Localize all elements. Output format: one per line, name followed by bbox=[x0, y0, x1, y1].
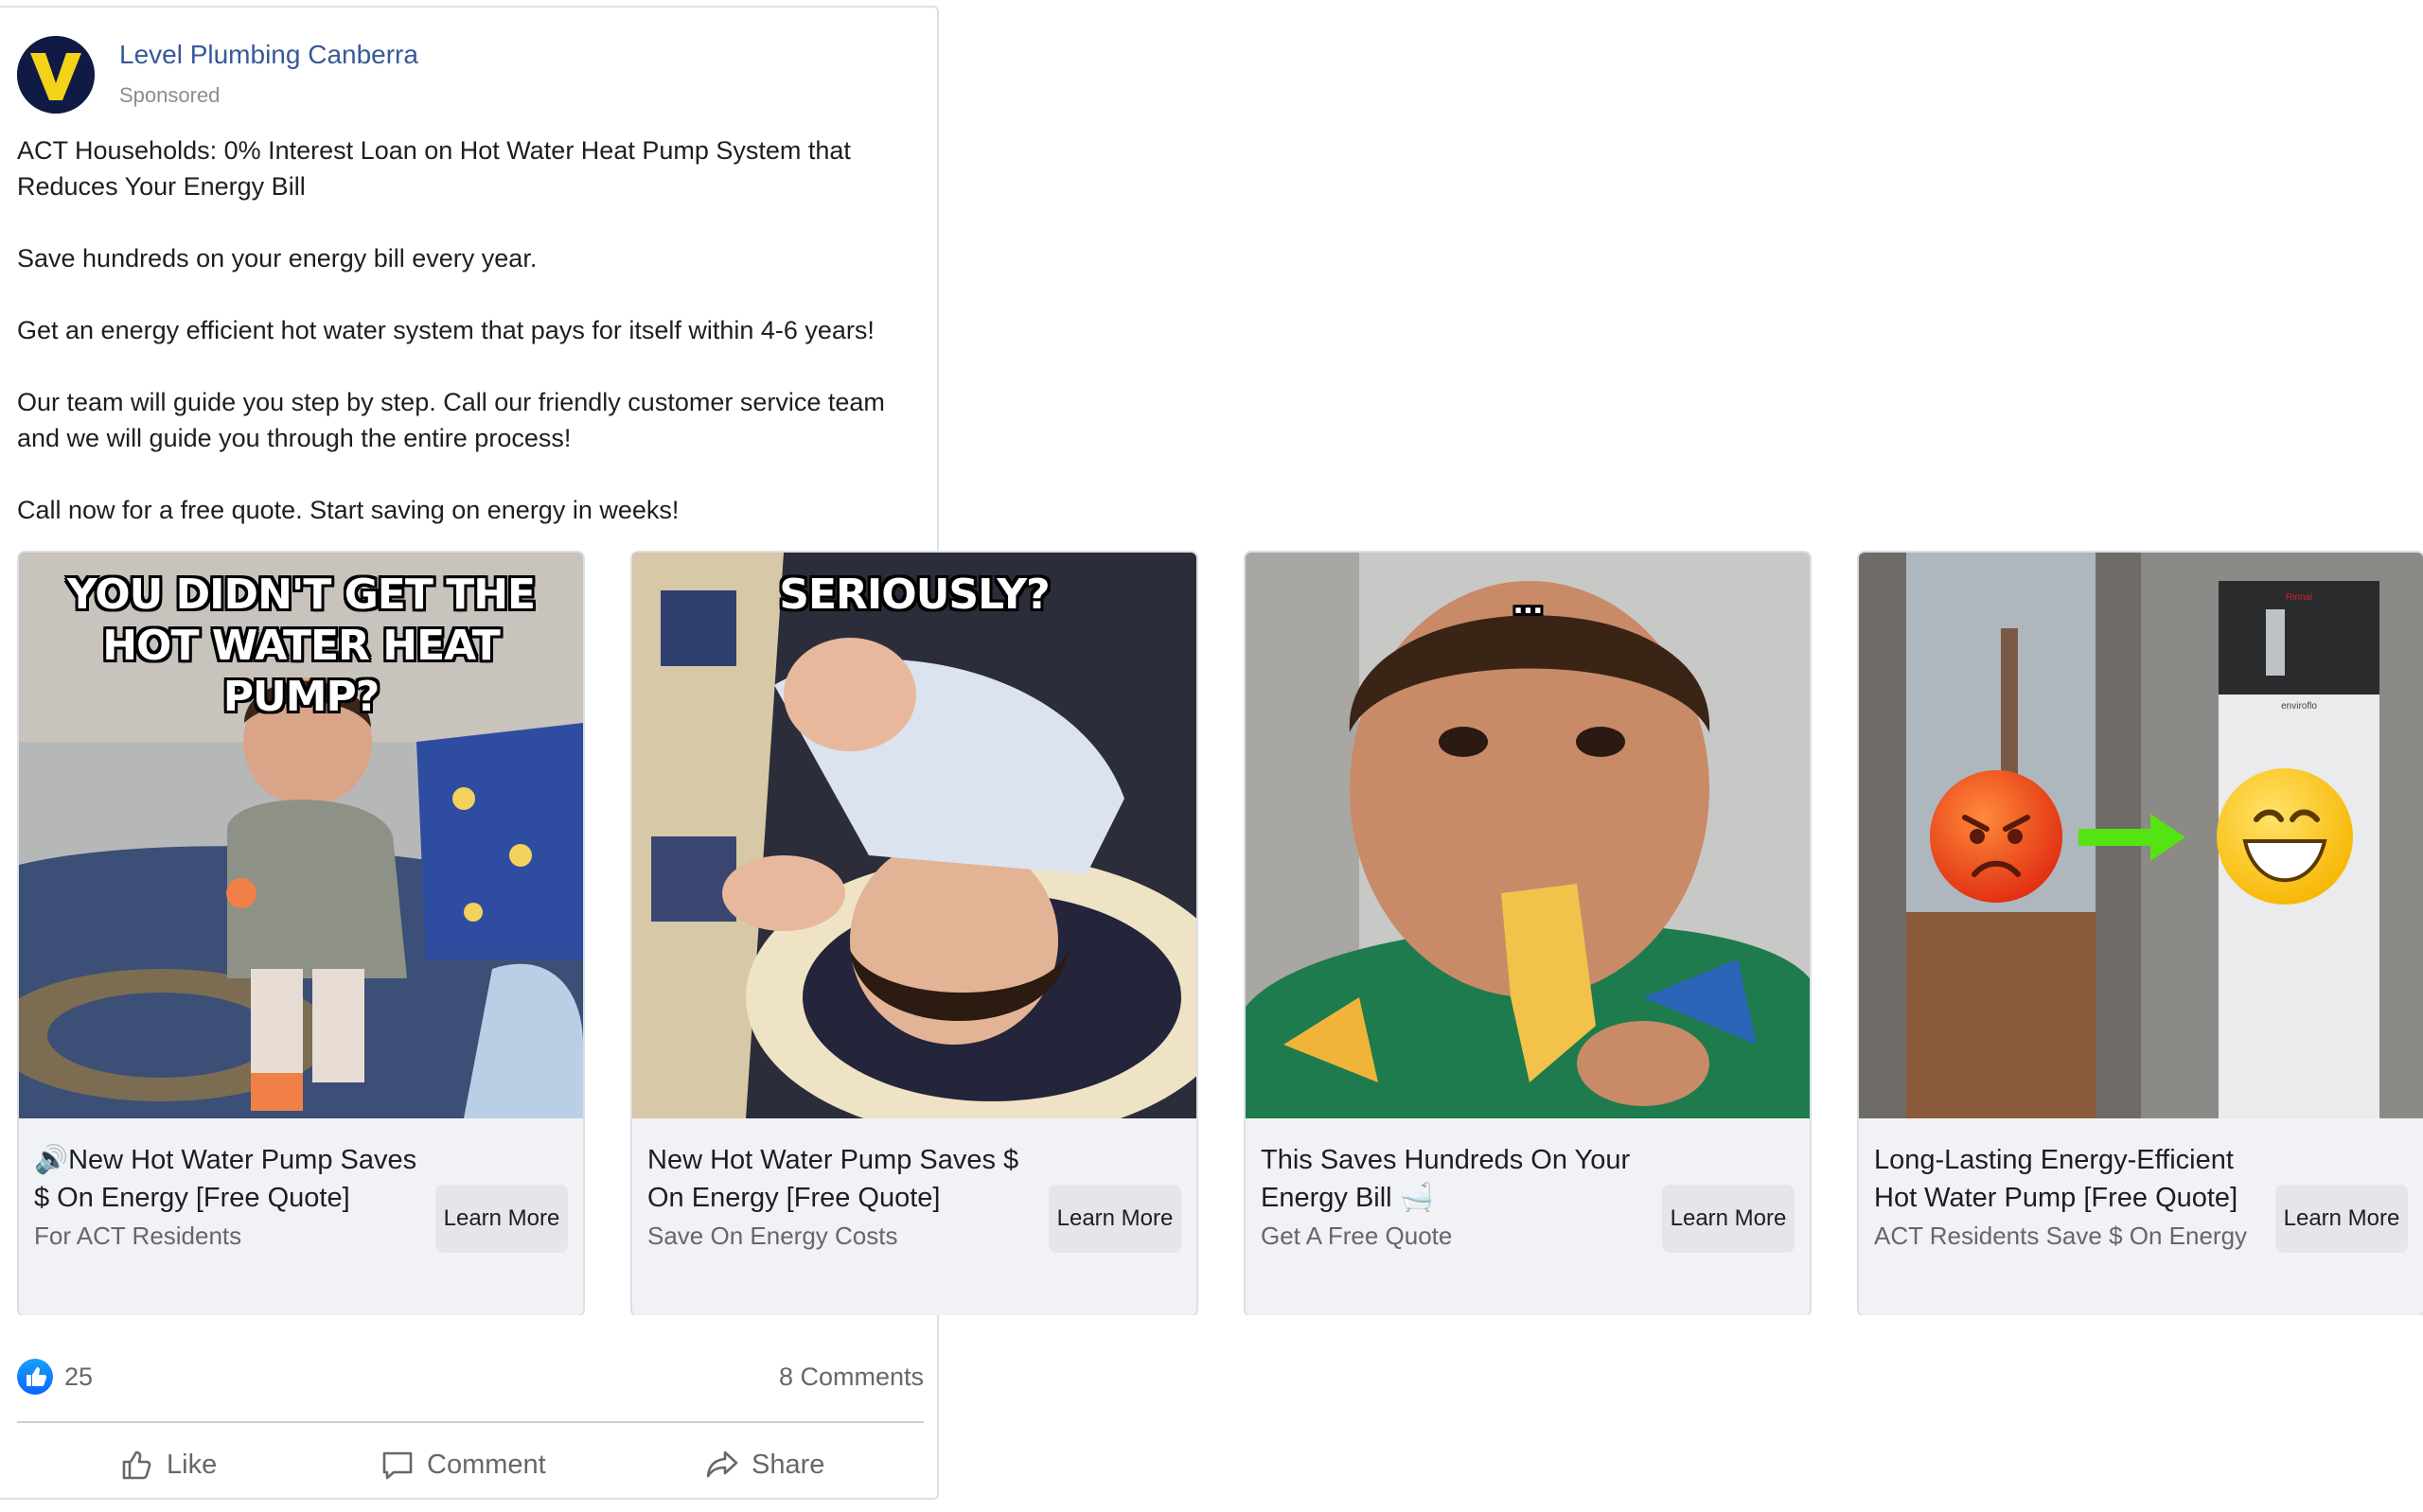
enviroflo-brand-text: enviroflo bbox=[2281, 701, 2317, 712]
carousel-card[interactable]: ... This Saves Hundreds On Your Energy B… bbox=[1244, 551, 1812, 1315]
card-image[interactable]: Rinnai enviroflo bbox=[1859, 553, 2423, 1118]
rinnai-brand-text: Rinnai bbox=[2286, 592, 2312, 603]
page-avatar[interactable] bbox=[17, 36, 95, 114]
comment-bubble-icon bbox=[382, 1451, 413, 1480]
like-reaction-icon bbox=[17, 1359, 53, 1395]
share-label: Share bbox=[752, 1449, 825, 1480]
card-footer[interactable]: This Saves Hundreds On Your Energy Bill … bbox=[1246, 1118, 1810, 1315]
heat-pump-comparison-photo: Rinnai enviroflo bbox=[1859, 553, 2423, 1118]
thumbs-up-icon bbox=[122, 1450, 151, 1480]
learn-more-button[interactable]: Learn More bbox=[1049, 1185, 1181, 1253]
card-image[interactable]: SERIOUSLY? bbox=[632, 553, 1196, 1118]
share-arrow-icon bbox=[706, 1450, 738, 1478]
carousel-card[interactable]: SERIOUSLY? New Hot Water Pump Saves $ On… bbox=[630, 551, 1198, 1315]
image-caption: SERIOUSLY? bbox=[779, 571, 1050, 619]
card-image[interactable]: ... bbox=[1246, 553, 1810, 1118]
image-caption: YOU DIDN'T GET THE HOT WATER HEAT PUMP? bbox=[66, 571, 536, 721]
image-caption: ... bbox=[1512, 588, 1543, 621]
card-footer[interactable]: 🔊New Hot Water Pump Saves $ On Energy [F… bbox=[19, 1118, 583, 1315]
card-image[interactable]: YOU DIDN'T GET THE HOT WATER HEAT PUMP? bbox=[19, 553, 583, 1118]
like-label: Like bbox=[167, 1449, 218, 1480]
card-headline: Long-Lasting Energy-Efficient Hot Water … bbox=[1874, 1141, 2272, 1255]
carousel-card[interactable]: YOU DIDN'T GET THE HOT WATER HEAT PUMP? … bbox=[17, 551, 585, 1315]
reaction-count: 25 bbox=[64, 1363, 94, 1391]
sponsored-label[interactable]: Sponsored bbox=[119, 83, 220, 108]
carousel[interactable]: YOU DIDN'T GET THE HOT WATER HEAT PUMP? … bbox=[17, 551, 2423, 1315]
toddler-eating-photo bbox=[1246, 553, 1810, 1118]
toddler-upside-down-photo bbox=[632, 553, 1196, 1118]
card-subtitle: Get A Free Quote bbox=[1261, 1222, 1453, 1250]
learn-more-button[interactable]: Learn More bbox=[1662, 1185, 1795, 1253]
page-name-link[interactable]: Level Plumbing Canberra bbox=[119, 40, 418, 70]
comments-count-link[interactable]: 8 Comments bbox=[779, 1363, 924, 1392]
card-headline: This Saves Hundreds On Your Energy Bill … bbox=[1261, 1141, 1658, 1255]
footer-divider bbox=[17, 1421, 924, 1423]
card-subtitle: Save On Energy Costs bbox=[647, 1222, 898, 1250]
share-button[interactable]: Share bbox=[699, 1436, 830, 1493]
level-plumbing-logo bbox=[17, 36, 95, 114]
learn-more-button[interactable]: Learn More bbox=[435, 1185, 568, 1253]
post-body-text: ACT Households: 0% Interest Loan on Hot … bbox=[17, 136, 885, 524]
card-subtitle: ACT Residents Save $ On Energy bbox=[1874, 1222, 2248, 1250]
comment-button[interactable]: Comment bbox=[374, 1436, 552, 1493]
card-headline: 🔊New Hot Water Pump Saves $ On Energy [F… bbox=[34, 1141, 432, 1255]
carousel-card[interactable]: Rinnai enviroflo Long-Lasting Energy-Eff… bbox=[1857, 551, 2423, 1315]
card-subtitle: For ACT Residents bbox=[34, 1222, 242, 1250]
like-button[interactable]: Like bbox=[114, 1436, 222, 1493]
learn-more-button[interactable]: Learn More bbox=[2275, 1185, 2408, 1253]
card-footer[interactable]: New Hot Water Pump Saves $ On Energy [Fr… bbox=[632, 1118, 1196, 1315]
card-headline: New Hot Water Pump Saves $ On Energy [Fr… bbox=[647, 1141, 1045, 1255]
comment-label: Comment bbox=[427, 1449, 546, 1480]
card-footer[interactable]: Long-Lasting Energy-Efficient Hot Water … bbox=[1859, 1118, 2423, 1315]
